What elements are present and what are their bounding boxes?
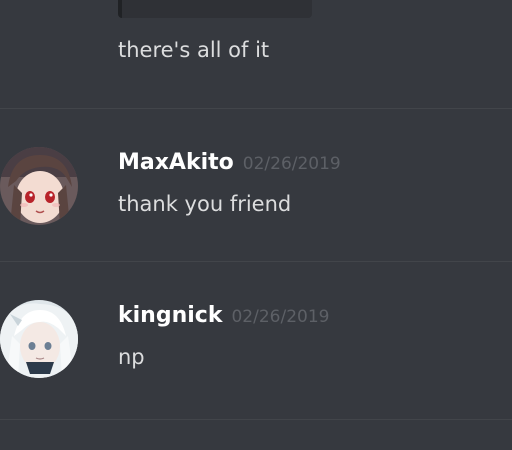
message-divider [0,261,512,262]
message-header: kingnick 02/26/2019 [118,302,329,331]
embed-preview[interactable] [118,0,312,18]
message-text: thank you friend [118,192,292,216]
chat-message-list: there's all of it MaxAkito 02/26/2019 th… [0,0,512,450]
message-text: there's all of it [118,38,270,62]
message-divider [0,419,512,420]
timestamp: 02/26/2019 [231,307,330,327]
username[interactable]: kingnick [118,302,222,330]
username[interactable]: MaxAkito [118,149,234,177]
message-header: MaxAkito 02/26/2019 [118,149,341,178]
anime-girl-avatar-icon [0,147,78,225]
timestamp: 02/26/2019 [242,154,341,174]
message-divider [0,108,512,109]
white-haired-anime-avatar-icon [0,300,78,378]
avatar-maxakito[interactable] [0,147,78,225]
avatar-kingnick[interactable] [0,300,78,378]
message-text: np [118,345,145,369]
